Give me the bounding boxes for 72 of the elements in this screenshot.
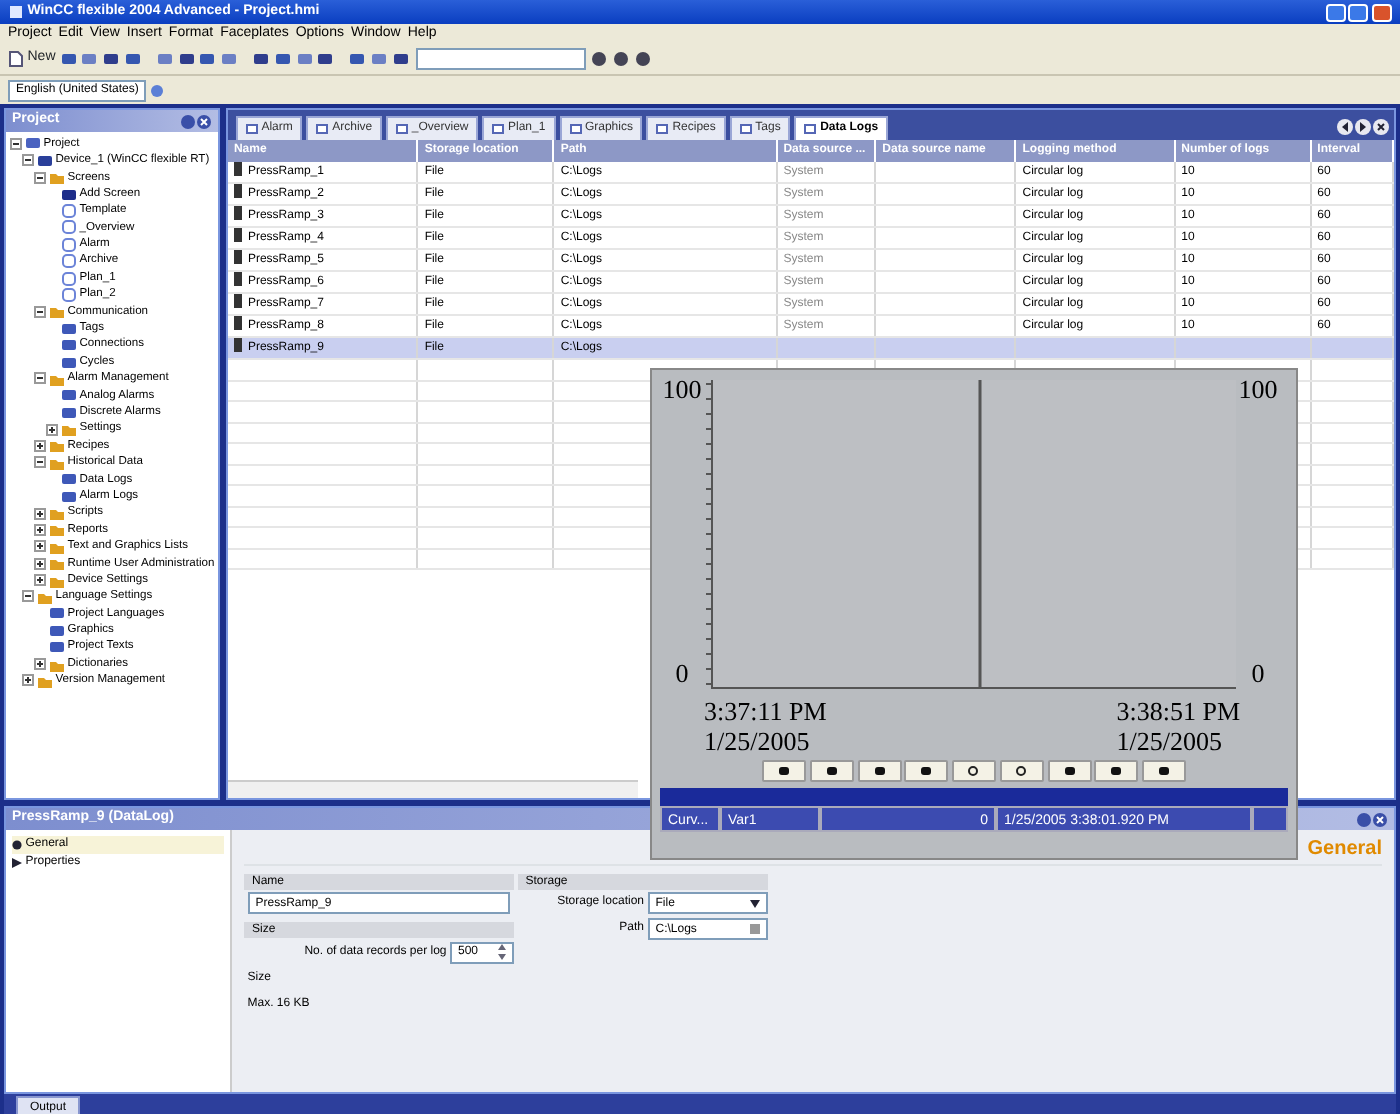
toolbar-icon [1063,765,1075,776]
last-button[interactable] [904,759,949,782]
expand-icon[interactable] [33,658,46,671]
browse-icon [749,924,760,934]
screen-icon [804,124,817,134]
toolbar-icon [825,765,838,776]
collapse-icon[interactable] [33,171,46,184]
node-icon [25,136,40,151]
toolbar-icon [873,765,885,776]
device-icon [37,153,52,168]
bullet-icon [12,840,22,850]
section-heading: General [1307,836,1382,864]
screen-icon [316,124,329,134]
toolbar-icon [920,765,933,776]
screen-icon [396,124,409,134]
expand-icon[interactable] [33,507,46,520]
time-label: 3:37:11 PM [704,696,827,726]
node-icon [61,187,76,202]
caret-icon [749,899,760,908]
collapse-icon[interactable] [21,154,34,167]
first-button[interactable] [762,759,806,782]
screen-icon [656,124,669,134]
close-icon[interactable] [1372,811,1388,827]
app-icon [8,4,24,20]
scroll-left-icon[interactable] [1335,118,1354,136]
expand-icon[interactable] [21,674,34,687]
forward-button[interactable] [857,759,901,782]
edit-button[interactable] [1094,759,1139,782]
date-label: 1/25/2005 [704,726,812,756]
cursor-button[interactable] [1142,759,1186,782]
axis-label: 100 [1238,376,1278,402]
collapse-icon[interactable] [33,456,46,469]
expand-icon[interactable] [33,557,46,570]
pin-icon[interactable] [179,113,196,129]
back-button[interactable] [809,759,854,782]
screen-icon [739,124,752,134]
date-label: 1/25/2005 [1116,726,1224,756]
collapse-icon[interactable] [33,372,46,385]
screen-icon [569,124,582,134]
vertical-scrollbar[interactable] [1252,805,1288,832]
axis-label: 0 [675,660,689,686]
close-icon[interactable] [195,113,212,129]
toolbar-icon [1158,765,1170,776]
toolbar-icon [1110,765,1123,776]
pin-icon[interactable] [1356,811,1372,827]
screen-icon [492,124,505,134]
collapse-icon[interactable] [9,137,22,150]
expand-icon[interactable] [33,439,46,452]
minimize-button[interactable] [1325,3,1345,21]
magnifier-icon [1015,765,1028,776]
maximize-button[interactable] [1348,3,1369,21]
expand-icon[interactable] [33,540,46,553]
collapse-icon[interactable] [33,305,46,318]
zoom-in-button[interactable] [952,759,996,782]
expand-icon[interactable] [33,574,46,587]
collapse-icon[interactable] [21,590,34,603]
axis-label: 100 [662,376,702,402]
screen-icon [245,124,258,134]
ruler-button[interactable] [1047,759,1091,782]
new-document-icon [8,50,24,68]
spin-arrows-icon [498,944,506,960]
zoom-out-button[interactable] [999,759,1044,782]
expand-icon[interactable] [45,423,58,436]
close-icon[interactable] [1371,118,1390,136]
magnifier-icon [968,765,980,776]
close-button[interactable] [1372,3,1392,21]
axis-label: 0 [1251,660,1265,686]
toolbar-icon [778,765,790,776]
scroll-right-icon[interactable] [1353,118,1372,136]
horizontal-scrollbar[interactable] [227,780,638,798]
expand-icon[interactable] [33,523,46,536]
time-label: 3:38:51 PM [1116,696,1240,726]
